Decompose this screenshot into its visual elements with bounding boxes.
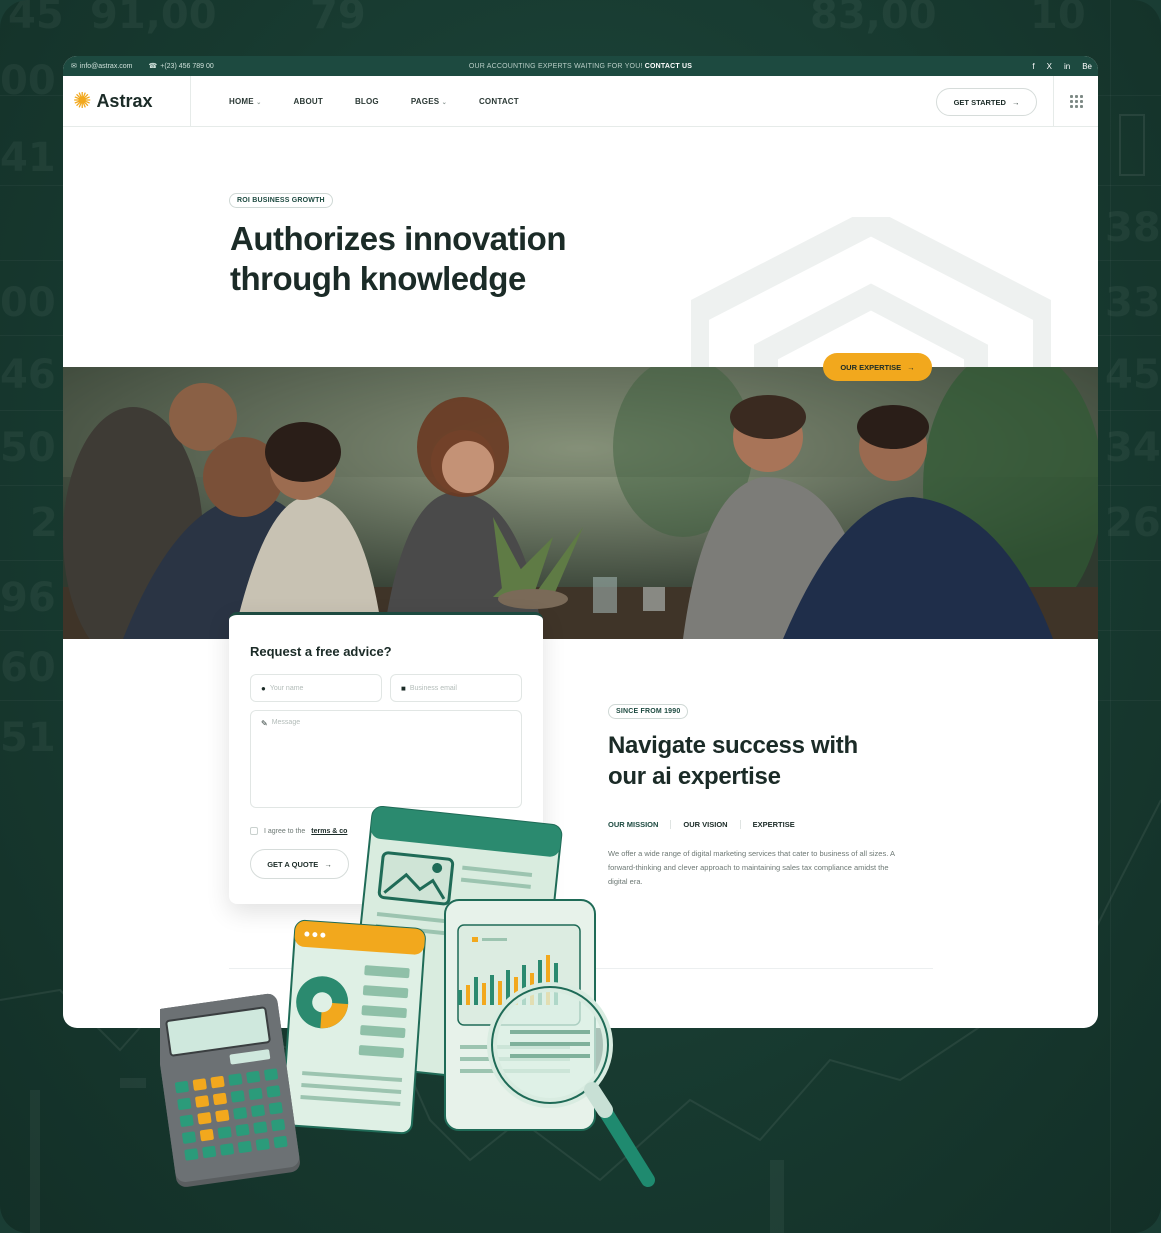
logo[interactable]: ✺ Astrax	[63, 75, 191, 127]
main-nav: ✺ Astrax HOME ⌄ ABOUT BLOG PAGES ⌄ CONTA…	[63, 75, 1098, 127]
nav-item-contact[interactable]: CONTACT	[479, 97, 519, 106]
behance-icon[interactable]: Be	[1082, 62, 1092, 71]
hero-title: Authorizes innovation through knowledge	[230, 220, 567, 297]
nav-item-pages[interactable]: PAGES ⌄	[411, 97, 447, 106]
top-info-bar: ✉ info@astrax.com ☎ +(23) 456 789 00 OUR…	[63, 56, 1098, 76]
tab-our-vision[interactable]: OUR VISION	[670, 820, 739, 829]
tab-expertise[interactable]: EXPERTISE	[739, 820, 807, 829]
our-expertise-button[interactable]: OUR EXPERTISE →	[823, 353, 932, 381]
arrow-right-icon: →	[907, 362, 915, 372]
since-tag: SINCE FROM 1990	[608, 704, 689, 719]
building-icon: ■	[401, 683, 406, 693]
hero-tag: ROI BUSINESS GROWTH	[229, 193, 333, 208]
name-placeholder: Your name	[269, 684, 304, 692]
finance-illustration	[160, 805, 655, 1187]
email-input[interactable]: ■ Business email	[390, 674, 522, 702]
arrow-right-icon: →	[1011, 97, 1020, 107]
message-placeholder: Message	[271, 719, 301, 726]
chevron-down-icon: ⌄	[256, 99, 262, 106]
hero-section: ROI BUSINESS GROWTH Authorizes innovatio…	[63, 127, 1098, 447]
our-expertise-label: OUR EXPERTISE	[840, 362, 902, 372]
social-links: f X in Be	[1032, 62, 1092, 71]
announcement: OUR ACCOUNTING EXPERTS WAITING FOR YOU! …	[63, 63, 1098, 70]
get-started-label: GET STARTED	[953, 97, 1006, 107]
form-title: Request a free advice?	[250, 644, 392, 659]
get-started-button[interactable]: GET STARTED →	[936, 88, 1037, 116]
nav-item-blog[interactable]: BLOG	[355, 97, 379, 106]
message-textarea[interactable]: ✎ Message	[250, 710, 522, 808]
chevron-down-icon: ⌄	[441, 99, 447, 106]
linkedin-icon[interactable]: in	[1064, 62, 1070, 71]
name-input[interactable]: ● Your name	[250, 674, 382, 702]
announcement-text: OUR ACCOUNTING EXPERTS WAITING FOR YOU!	[468, 62, 643, 70]
menu-grid-button[interactable]	[1053, 76, 1098, 127]
nav-item-about[interactable]: ABOUT	[293, 97, 322, 106]
nav-menu: HOME ⌄ ABOUT BLOG PAGES ⌄ CONTACT	[229, 97, 551, 106]
logo-star-icon: ✺	[73, 88, 92, 113]
team-meeting-photo	[63, 367, 1098, 639]
x-icon[interactable]: X	[1047, 62, 1052, 71]
contact-us-link[interactable]: CONTACT US	[645, 63, 692, 70]
nav-item-home[interactable]: HOME ⌄	[229, 97, 261, 106]
about-title: Navigate success with our ai expertise	[608, 732, 858, 790]
logo-text: Astrax	[96, 90, 153, 111]
facebook-icon[interactable]: f	[1032, 62, 1034, 71]
user-icon: ●	[261, 683, 266, 693]
email-placeholder: Business email	[409, 684, 457, 692]
pencil-icon: ✎	[261, 719, 268, 728]
grid-icon	[1069, 95, 1083, 108]
